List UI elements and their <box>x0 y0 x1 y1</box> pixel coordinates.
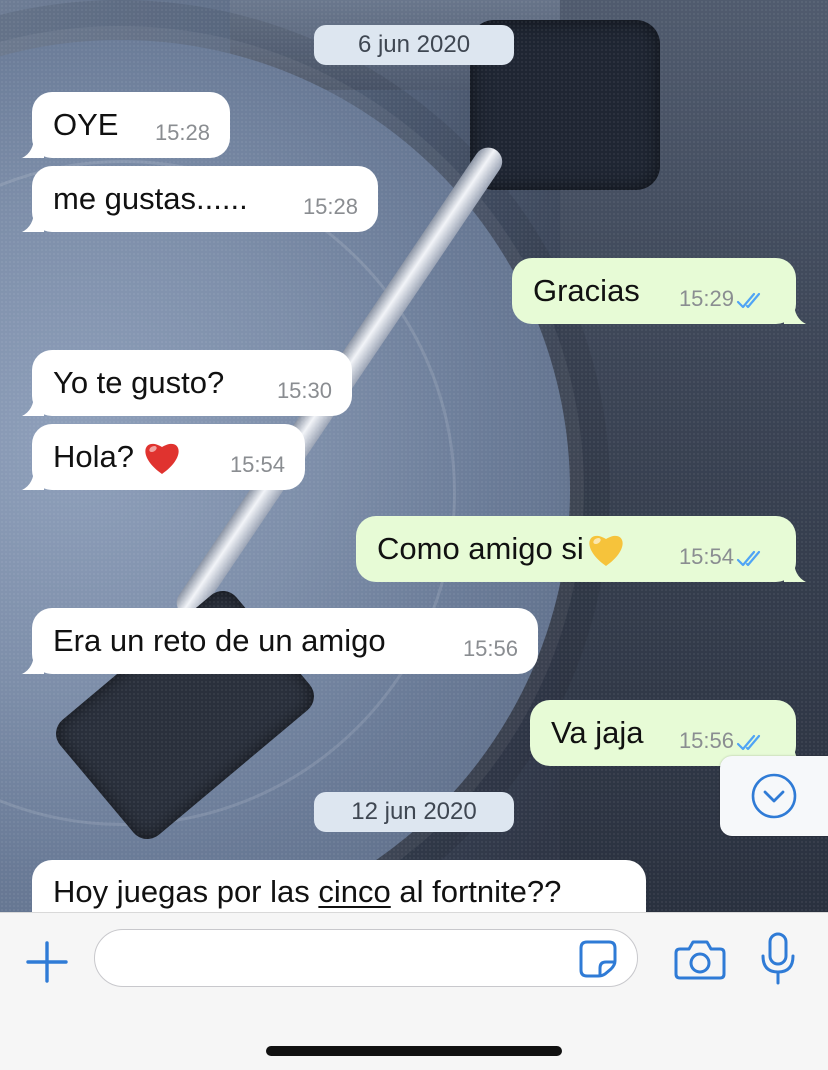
message-time: 15:56 <box>678 728 734 753</box>
message-incoming[interactable]: OYE 15:28 <box>22 92 230 158</box>
bubble-tail <box>784 560 806 582</box>
message-incoming[interactable]: Hola? 15:54 <box>22 424 305 490</box>
red-heart-icon <box>145 443 179 474</box>
camera-icon[interactable] <box>674 937 726 981</box>
bubble-tail <box>22 652 44 674</box>
message-text: Hoy juegas por las cinco al fortnite?? <box>53 874 562 909</box>
date-label: 12 jun 2020 <box>351 798 477 825</box>
message-outgoing[interactable]: Como amigo si 15:54 <box>356 516 806 582</box>
bubble-tail <box>22 394 44 416</box>
date-separator: 12 jun 2020 <box>314 792 514 832</box>
message-outgoing[interactable]: Gracias 15:29 <box>512 258 806 324</box>
message-incoming[interactable]: Era un reto de un amigo 15:56 <box>22 608 538 674</box>
message-time: 15:29 <box>678 286 734 311</box>
message-incoming[interactable]: me gustas...... 15:28 <box>22 166 378 232</box>
date-separator: 6 jun 2020 <box>314 25 514 65</box>
message-text: OYE <box>53 107 119 142</box>
message-text: Hola? <box>53 439 134 474</box>
message-time: 15:30 <box>276 378 332 403</box>
bubble-tail <box>22 136 44 158</box>
message-incoming[interactable]: Hoy juegas por las cinco al fortnite?? <box>32 860 646 912</box>
message-input[interactable] <box>94 929 638 987</box>
message-text: Yo te gusto? <box>53 365 225 400</box>
message-text: me gustas...... <box>53 181 248 216</box>
message-text: Como amigo si <box>377 531 584 566</box>
message-text: Gracias <box>533 273 640 308</box>
bubble-tail <box>784 302 806 324</box>
message-incoming[interactable]: Yo te gusto? 15:30 <box>22 350 352 416</box>
plus-icon[interactable] <box>22 937 72 987</box>
date-label: 6 jun 2020 <box>357 31 471 58</box>
yellow-heart-icon <box>589 535 623 566</box>
message-time: 15:56 <box>462 636 518 661</box>
sticker-icon[interactable] <box>578 939 618 979</box>
message-text: Era un reto de un amigo <box>53 623 386 658</box>
read-receipt-icon <box>736 734 761 751</box>
detected-time-link[interactable]: cinco <box>318 874 390 909</box>
chat-thread[interactable]: 6 jun 2020 OYE 15:28 me gustas...... 15:… <box>0 0 828 912</box>
message-time: 15:28 <box>302 194 358 219</box>
read-receipt-icon <box>736 550 761 567</box>
message-text: Va jaja <box>551 715 644 750</box>
bubble-tail <box>22 210 44 232</box>
home-indicator <box>266 1046 562 1056</box>
read-receipt-icon <box>736 292 761 309</box>
microphone-icon[interactable] <box>758 931 798 987</box>
message-time: 15:54 <box>678 544 734 569</box>
message-time: 15:54 <box>229 452 285 477</box>
message-composer <box>0 912 828 1070</box>
message-time: 15:28 <box>154 120 210 145</box>
bubble-tail <box>22 468 44 490</box>
scroll-to-bottom-button[interactable] <box>720 756 828 836</box>
chevron-down-circle-icon <box>751 773 797 819</box>
